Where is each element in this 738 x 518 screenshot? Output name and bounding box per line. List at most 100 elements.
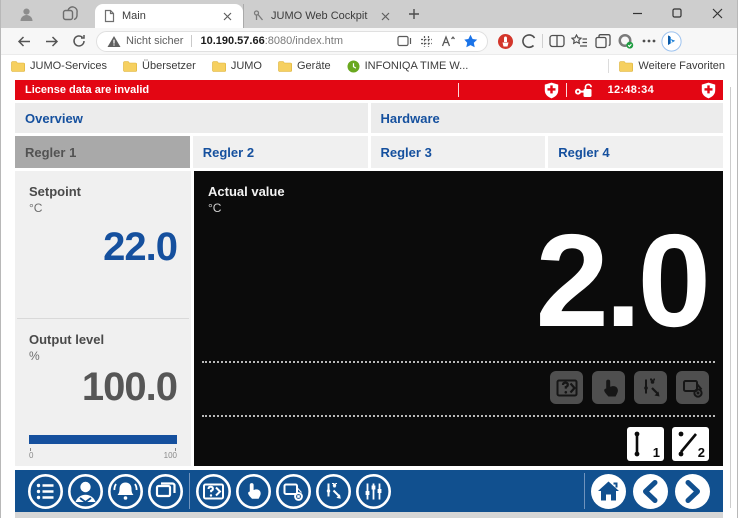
tab-regler-1[interactable]: Regler 1 bbox=[15, 136, 190, 168]
split-screen-icon[interactable] bbox=[545, 30, 568, 52]
actual-value-number: 2.0 bbox=[536, 215, 708, 347]
browser-navbar: Nicht sicher 10.190.57.66:8080/index.htm bbox=[1, 28, 737, 55]
forward-nav-icon[interactable] bbox=[38, 29, 65, 54]
bookmark-more-favorites[interactable]: Weitere Favoriten bbox=[619, 60, 725, 72]
text-size-icon[interactable] bbox=[437, 31, 459, 51]
reading-mode-icon[interactable] bbox=[393, 31, 415, 51]
home-icon[interactable] bbox=[590, 473, 627, 510]
browser-tab-main[interactable]: Main bbox=[95, 4, 243, 28]
binary-output-1-closed-icon: 1 bbox=[627, 427, 664, 461]
folder-icon bbox=[278, 61, 292, 72]
folder-icon bbox=[212, 61, 226, 72]
actual-value-label: Actual value bbox=[208, 184, 709, 199]
favorites-hub-icon[interactable] bbox=[568, 30, 591, 52]
main-menu-icon[interactable] bbox=[27, 473, 64, 510]
tab-regler-2[interactable]: Regler 2 bbox=[193, 136, 368, 168]
bookmark-infoniqa-time[interactable]: INFONIQA TIME W... bbox=[347, 60, 469, 73]
bookmark-label: INFONIQA TIME W... bbox=[365, 60, 469, 72]
bookmark-uebersetzer[interactable]: Übersetzer bbox=[123, 60, 196, 72]
browser-tab-jumo-web-cockpit[interactable]: JUMO Web Cockpit bbox=[243, 4, 401, 28]
web-page: License data are invalid 12:48:34 Overvi… bbox=[1, 77, 737, 518]
profile-icon[interactable] bbox=[11, 2, 41, 26]
tab-close-icon[interactable] bbox=[219, 8, 235, 24]
output-level-value: 100.0 bbox=[29, 365, 177, 410]
scale-max: 100 bbox=[164, 448, 177, 460]
collections-icon[interactable] bbox=[591, 30, 614, 52]
tab-label: Regler 1 bbox=[25, 145, 76, 160]
jumo-web-cockpit-favicon bbox=[252, 9, 265, 23]
bookmark-geraete[interactable]: Geräte bbox=[278, 60, 331, 72]
screen-toggle-icon[interactable] bbox=[676, 371, 709, 404]
app-available-icon[interactable] bbox=[415, 31, 437, 51]
bookmark-jumo[interactable]: JUMO bbox=[212, 60, 262, 72]
workspaces-icon[interactable] bbox=[55, 2, 85, 26]
tab-regler-3[interactable]: Regler 3 bbox=[371, 136, 546, 168]
screen-toggle-icon[interactable] bbox=[275, 473, 312, 510]
output-number: 2 bbox=[698, 445, 705, 460]
alarm-message: License data are invalid bbox=[15, 84, 149, 96]
output-number: 1 bbox=[653, 445, 660, 460]
login-lock-icon[interactable] bbox=[567, 83, 600, 98]
controller-mode-icons bbox=[550, 371, 709, 404]
url-path: :8080/index.htm bbox=[265, 35, 343, 47]
refresh-icon[interactable] bbox=[65, 29, 92, 54]
alarm-shield-icon[interactable] bbox=[694, 82, 723, 99]
url-host: 10.190.57.66 bbox=[200, 35, 264, 47]
tuning-sliders-icon[interactable] bbox=[355, 473, 392, 510]
tab-label: Hardware bbox=[381, 111, 440, 126]
tab-close-icon[interactable] bbox=[377, 8, 393, 24]
password-extension-icon[interactable] bbox=[614, 30, 637, 52]
tab-regler-4[interactable]: Regler 4 bbox=[548, 136, 723, 168]
close-window-icon[interactable] bbox=[697, 0, 737, 26]
back-icon[interactable] bbox=[632, 473, 669, 510]
setpoint-block: Setpoint °C 22.0 bbox=[15, 171, 191, 318]
autotune-help-icon[interactable] bbox=[195, 473, 232, 510]
bookmarks-bar: JUMO-Services Übersetzer JUMO Geräte INF… bbox=[1, 55, 737, 77]
alarm-shield-icon[interactable] bbox=[537, 82, 566, 99]
new-tab-icon[interactable] bbox=[401, 2, 427, 26]
more-menu-icon[interactable] bbox=[637, 30, 660, 52]
parameter-set-icon[interactable] bbox=[634, 371, 667, 404]
output-level-label: Output level bbox=[29, 332, 177, 347]
favorite-star-icon[interactable] bbox=[459, 31, 481, 51]
bing-chat-icon[interactable] bbox=[660, 30, 683, 52]
address-bar[interactable]: Nicht sicher 10.190.57.66:8080/index.htm bbox=[96, 31, 488, 52]
screens-icon[interactable] bbox=[147, 473, 184, 510]
browser-window: Main JUMO Web Cockpit bbox=[0, 0, 738, 518]
output-level-bar bbox=[29, 435, 177, 444]
alarm-bell-icon[interactable] bbox=[107, 473, 144, 510]
forward-icon[interactable] bbox=[674, 473, 711, 510]
output-level-unit: % bbox=[29, 349, 177, 363]
minimize-icon[interactable] bbox=[617, 0, 657, 26]
clock-time: 12:48:34 bbox=[608, 84, 654, 96]
tab-label: Regler 3 bbox=[381, 145, 432, 160]
dotted-divider bbox=[202, 361, 715, 363]
nav-tab-hardware[interactable]: Hardware bbox=[371, 103, 724, 133]
actual-value-panel: Actual value °C 2.0 bbox=[194, 171, 723, 466]
controller-dashboard: Setpoint °C 22.0 Output level % 100.0 0 … bbox=[15, 171, 723, 466]
maximize-icon[interactable] bbox=[657, 0, 697, 26]
back-nav-icon[interactable] bbox=[11, 29, 38, 54]
bookmark-label: JUMO bbox=[231, 60, 262, 72]
alarm-banner: License data are invalid 12:48:34 bbox=[15, 80, 723, 100]
page-edge-line bbox=[730, 87, 731, 508]
output-level-scale: 0 100 bbox=[29, 448, 177, 460]
autotune-help-icon[interactable] bbox=[550, 371, 583, 404]
site-favicon-green bbox=[347, 60, 360, 73]
binary-output-indicators: 1 2 bbox=[627, 427, 709, 461]
parameter-set-icon[interactable] bbox=[315, 473, 352, 510]
page-bottom-strip bbox=[15, 512, 723, 518]
nav-tab-overview[interactable]: Overview bbox=[15, 103, 368, 133]
folder-icon bbox=[619, 61, 633, 72]
user-login-icon[interactable] bbox=[67, 473, 104, 510]
url-text: 10.190.57.66:8080/index.htm bbox=[200, 35, 393, 47]
folder-icon bbox=[123, 61, 137, 72]
manual-mode-hand-icon[interactable] bbox=[592, 371, 625, 404]
adblock-extension-icon[interactable] bbox=[494, 30, 517, 52]
output-level-block: Output level % 100.0 0 100 bbox=[15, 319, 191, 466]
nav-row-groups: Overview Hardware bbox=[15, 103, 723, 133]
bookmark-jumo-services[interactable]: JUMO-Services bbox=[11, 60, 107, 72]
crescent-extension-icon[interactable] bbox=[517, 30, 540, 52]
manual-mode-hand-icon[interactable] bbox=[235, 473, 272, 510]
left-values-panel: Setpoint °C 22.0 Output level % 100.0 0 … bbox=[15, 171, 191, 466]
